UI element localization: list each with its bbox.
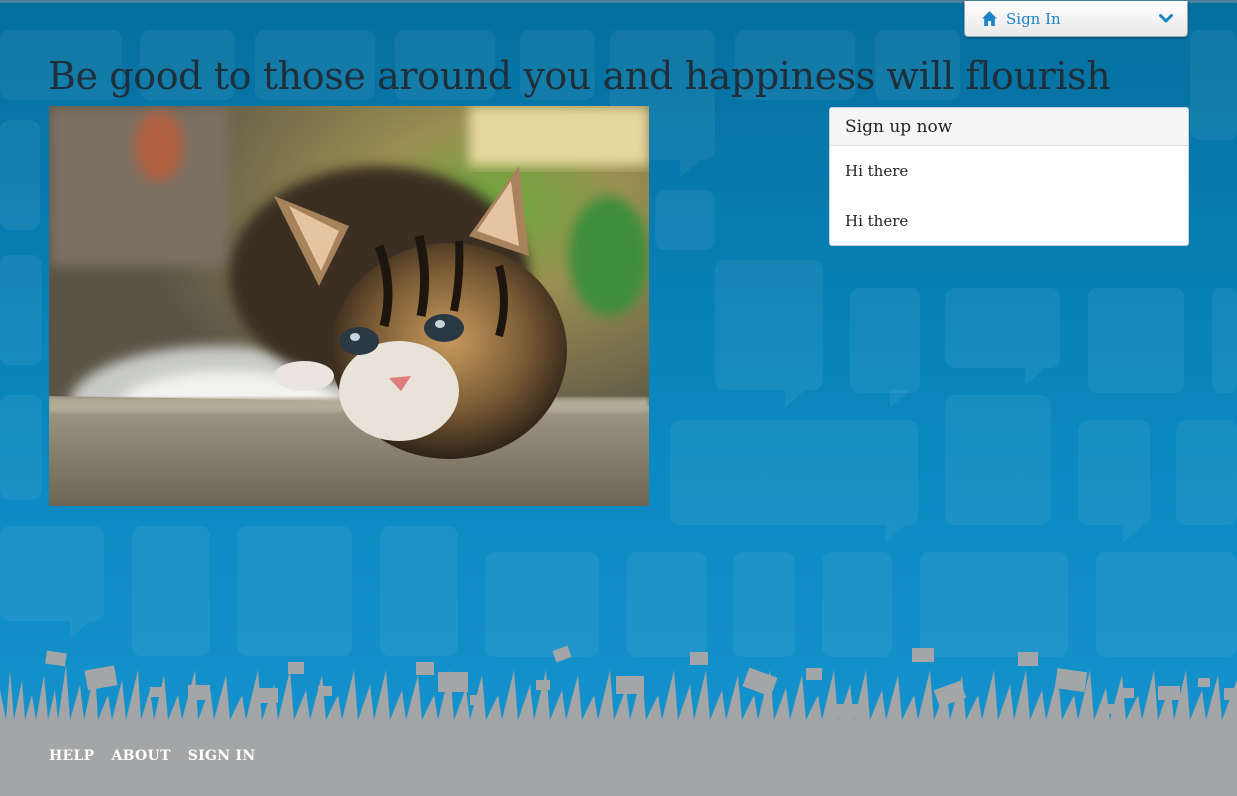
grass-decoration — [0, 645, 1237, 730]
signup-panel-title: Sign up now — [830, 108, 1188, 146]
signup-panel: Sign up now Hi there Hi there — [829, 107, 1189, 246]
footer: HELP ABOUT SIGN IN — [0, 720, 1237, 796]
footer-links: HELP ABOUT SIGN IN — [49, 748, 256, 764]
footer-link-sign-in[interactable]: SIGN IN — [188, 748, 256, 764]
home-icon — [982, 11, 997, 26]
page-title: Be good to those around you and happines… — [48, 54, 1111, 98]
chevron-down-icon — [1159, 13, 1173, 22]
list-item: Hi there — [845, 212, 909, 230]
footer-link-about[interactable]: ABOUT — [111, 748, 170, 764]
signin-dropdown[interactable]: Sign In — [964, 1, 1188, 37]
kitten-photo — [49, 106, 649, 506]
list-item: Hi there — [845, 162, 909, 180]
footer-link-help[interactable]: HELP — [49, 748, 94, 764]
signin-dropdown-label: Sign In — [1006, 9, 1061, 28]
